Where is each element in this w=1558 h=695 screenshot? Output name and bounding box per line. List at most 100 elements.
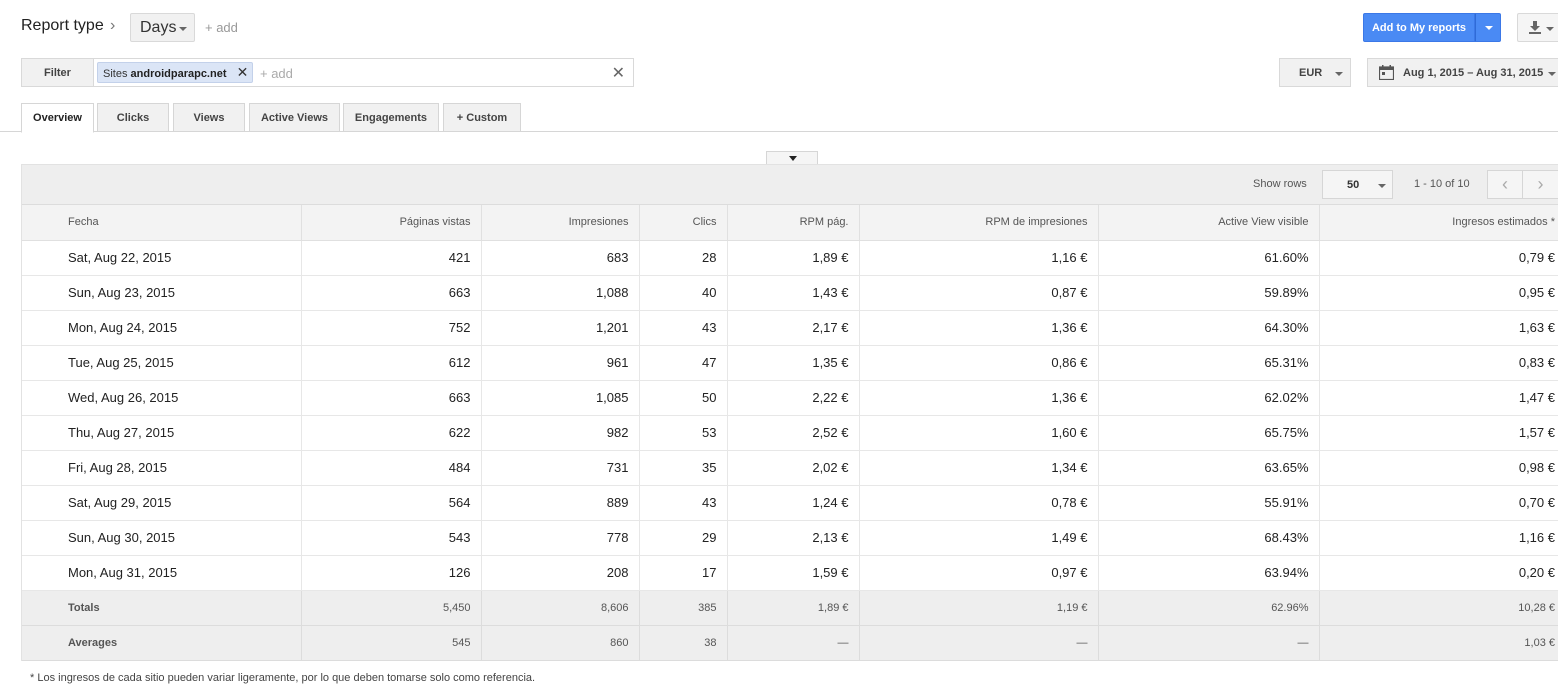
- cell-impresiones: 982: [481, 415, 640, 451]
- currency-select[interactable]: EUR: [1279, 58, 1351, 87]
- cell-date: Mon, Aug 24, 2015: [22, 310, 302, 346]
- caret-down-icon: [1548, 72, 1556, 76]
- cell-active-view: 62.02%: [1098, 380, 1320, 416]
- cell-clics: 35: [639, 450, 728, 486]
- cell-impresiones: 778: [481, 520, 640, 556]
- close-icon[interactable]: ✕: [237, 65, 249, 79]
- cell-date: Wed, Aug 26, 2015: [22, 380, 302, 416]
- filter-chip-value: androidparapc.net: [130, 68, 227, 80]
- clear-filter-icon[interactable]: ✕: [612, 63, 625, 83]
- table-row: Mon, Aug 31, 2015 126 208 17 1,59 €0,97 €63.…: [22, 555, 1558, 591]
- cell-date: Sun, Aug 23, 2015: [22, 275, 302, 311]
- dimension-select[interactable]: Days: [130, 13, 195, 42]
- cell-rpm-pag: 1,59 €: [727, 555, 860, 591]
- tab-engagements[interactable]: Engagements: [343, 103, 439, 132]
- cell-rpm-impresiones: 0,78 €: [859, 485, 1099, 521]
- column-header-rpm-pag[interactable]: RPM pág.: [727, 205, 860, 241]
- tab-views[interactable]: Views: [173, 103, 245, 132]
- cell-rpm-impresiones: 1,60 €: [859, 415, 1099, 451]
- rows-per-page-value: 50: [1347, 179, 1360, 191]
- caret-down-icon: [1485, 26, 1493, 30]
- date-range-picker[interactable]: Aug 1, 2015 – Aug 31, 2015: [1367, 58, 1558, 87]
- caret-down-icon: [789, 156, 797, 161]
- breadcrumb-arrow-icon: ›: [110, 17, 116, 34]
- column-header-paginas-vistas[interactable]: Páginas vistas: [301, 205, 482, 241]
- download-icon: [1529, 21, 1541, 34]
- dimension-select-value: Days: [140, 19, 177, 36]
- column-header-fecha[interactable]: Fecha: [22, 205, 302, 241]
- cell-paginas-vistas: 663: [301, 380, 482, 416]
- cell-date: Thu, Aug 27, 2015: [22, 415, 302, 451]
- cell-clics: 29: [639, 520, 728, 556]
- caret-down-icon: [1546, 27, 1554, 31]
- cell-rpm-pag: 2,52 €: [727, 415, 860, 451]
- cell-ingresos: 1,16 €: [1319, 520, 1558, 556]
- chevron-right-icon[interactable]: ›: [1523, 170, 1558, 199]
- cell-active-view: 59.89%: [1098, 275, 1320, 311]
- cell-paginas-vistas: 612: [301, 345, 482, 381]
- cell-impresiones: 961: [481, 345, 640, 381]
- averages-cell-clics: 38: [639, 625, 728, 661]
- totals-row: Totals 5,450 8,606 385 1,89 €1,19 €62.96% 10,…: [22, 590, 1558, 626]
- cell-paginas-vistas: 126: [301, 555, 482, 591]
- table-toolbar: Show rows 50 1 - 10 of 10 ‹ ›: [22, 165, 1558, 205]
- cell-active-view: 65.75%: [1098, 415, 1320, 451]
- cell-rpm-pag: 1,43 €: [727, 275, 860, 311]
- cell-ingresos: 0,83 €: [1319, 345, 1558, 381]
- table-row: Sat, Aug 22, 2015 421 683 28 1,89 €1,16 €61.…: [22, 240, 1558, 276]
- cell-rpm-impresiones: 0,97 €: [859, 555, 1099, 591]
- cell-clics: 47: [639, 345, 728, 381]
- show-rows-label: Show rows: [1253, 178, 1307, 190]
- column-header-clics[interactable]: Clics: [639, 205, 728, 241]
- cell-impresiones: 731: [481, 450, 640, 486]
- column-header-active-view[interactable]: Active View visible: [1098, 205, 1320, 241]
- pagination-info: 1 - 10 of 10: [1414, 178, 1470, 190]
- totals-cell-active-view: 62.96%: [1098, 590, 1320, 626]
- cell-rpm-impresiones: 1,36 €: [859, 380, 1099, 416]
- cell-ingresos: 0,95 €: [1319, 275, 1558, 311]
- averages-cell-ingresos: 1,03 €: [1319, 625, 1558, 661]
- cell-active-view: 61.60%: [1098, 240, 1320, 276]
- tab-overview[interactable]: Overview: [21, 103, 94, 133]
- report-table-container: Show rows 50 1 - 10 of 10 ‹ › Fecha Pági…: [21, 164, 1558, 661]
- tab-clicks[interactable]: Clicks: [97, 103, 169, 132]
- cell-paginas-vistas: 752: [301, 310, 482, 346]
- table-header-row: Fecha Páginas vistas Impresiones Clics R…: [22, 205, 1558, 241]
- averages-cell-impresiones: 860: [481, 625, 640, 661]
- cell-rpm-pag: 1,35 €: [727, 345, 860, 381]
- averages-cell-active-view: —: [1098, 625, 1320, 661]
- table-row: Sun, Aug 30, 2015 543 778 29 2,13 €1,49 €68.…: [22, 520, 1558, 556]
- chevron-left-icon[interactable]: ‹: [1487, 170, 1523, 199]
- column-header-rpm-impresiones[interactable]: RPM de impresiones: [859, 205, 1099, 241]
- tab-custom[interactable]: + Custom: [443, 103, 521, 132]
- cell-clics: 43: [639, 310, 728, 346]
- filter-button[interactable]: Filter: [21, 58, 93, 87]
- cell-active-view: 64.30%: [1098, 310, 1320, 346]
- add-dimension-link[interactable]: + add: [205, 20, 238, 35]
- cell-rpm-pag: 1,89 €: [727, 240, 860, 276]
- add-to-reports-menu-button[interactable]: [1475, 13, 1501, 42]
- cell-paginas-vistas: 543: [301, 520, 482, 556]
- filter-input-box[interactable]: Sites androidparapc.net ✕ + add ✕: [93, 58, 634, 87]
- totals-cell-clics: 385: [639, 590, 728, 626]
- cell-clics: 17: [639, 555, 728, 591]
- caret-down-icon: [1378, 184, 1386, 188]
- column-header-ingresos[interactable]: Ingresos estimados *: [1319, 205, 1558, 241]
- cell-rpm-pag: 2,22 €: [727, 380, 860, 416]
- column-header-impresiones[interactable]: Impresiones: [481, 205, 640, 241]
- filter-chip-prefix: Sites: [103, 68, 128, 80]
- collapse-chart-toggle[interactable]: [766, 151, 818, 165]
- cell-ingresos: 1,57 €: [1319, 415, 1558, 451]
- filter-add-input[interactable]: + add: [260, 66, 293, 81]
- cell-active-view: 63.94%: [1098, 555, 1320, 591]
- cell-rpm-pag: 2,17 €: [727, 310, 860, 346]
- rows-per-page-select[interactable]: 50: [1322, 170, 1393, 199]
- download-button[interactable]: [1517, 13, 1558, 42]
- totals-cell-rpm-impresiones: 1,19 €: [859, 590, 1099, 626]
- filter-chip-site[interactable]: Sites androidparapc.net ✕: [97, 62, 254, 83]
- tab-active-views[interactable]: Active Views: [249, 103, 340, 132]
- cell-rpm-impresiones: 1,16 €: [859, 240, 1099, 276]
- cell-date: Sat, Aug 22, 2015: [22, 240, 302, 276]
- totals-cell-ingresos: 10,28 €: [1319, 590, 1558, 626]
- add-to-my-reports-button[interactable]: Add to My reports: [1363, 13, 1475, 42]
